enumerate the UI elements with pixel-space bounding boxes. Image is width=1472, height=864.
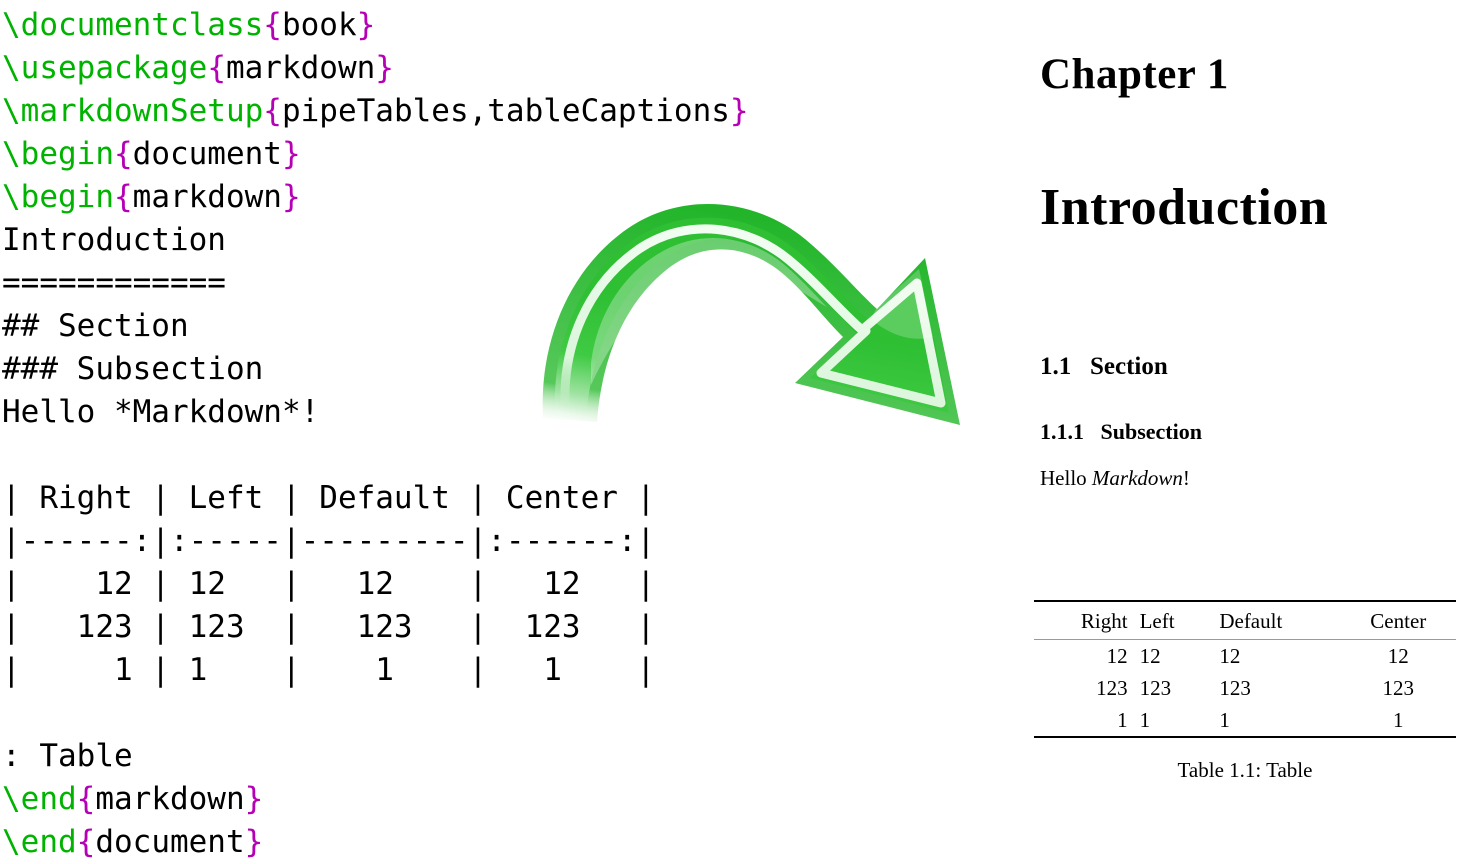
table-caption: Table 1.1: Table — [1177, 758, 1313, 782]
paragraph-emphasis: Markdown — [1091, 466, 1183, 490]
code-line: Introduction — [2, 219, 226, 262]
paragraph-suffix: ! — [1182, 466, 1190, 490]
code-text: | 123 | 123 | 123 | 123 | — [2, 609, 656, 645]
subsection-heading: 1.1.1 Subsection — [1040, 419, 1202, 444]
table-column-header: Center — [1370, 609, 1427, 633]
table-row: 123 123 123 123 — [1034, 672, 1456, 704]
code-text: | Right | Left | Default | Center | — [2, 480, 656, 516]
latex-brace-close: } — [729, 93, 749, 129]
latex-brace-open: { — [113, 136, 133, 172]
latex-brace-open: { — [76, 824, 96, 860]
table-cell: 1 — [1139, 708, 1151, 732]
table-cell: 1 — [1117, 708, 1128, 732]
latex-control-sequence: \end — [2, 824, 77, 860]
latex-control-sequence: \begin — [2, 136, 114, 172]
code-line: : Table — [2, 735, 133, 778]
code-line: \usepackage{markdown} — [2, 47, 394, 90]
table-cell: 1 — [1219, 708, 1230, 732]
code-line: \documentclass{book} — [2, 4, 375, 47]
table-cell: 1 — [1393, 708, 1404, 732]
table-column-header: Default — [1219, 609, 1283, 633]
latex-brace-close: } — [244, 781, 264, 817]
rendered-pdf-output-pane: Chapter 1 Introduction 1.1 Section 1.1.1… — [1018, 0, 1472, 856]
latex-brace-open: { — [76, 781, 96, 817]
table-row: 12 12 12 12 — [1034, 640, 1456, 673]
code-line: Hello *Markdown*! — [2, 391, 319, 434]
table-column-header: Left — [1139, 609, 1175, 633]
table-head: Right Left Default Center — [1034, 601, 1456, 640]
table-cell: 123 — [1219, 676, 1251, 700]
table-cell: 123 — [1139, 676, 1172, 700]
table-header-row: Right Left Default Center — [1034, 601, 1456, 640]
chapter-number: Chapter 1 — [1040, 51, 1229, 98]
code-text: Hello *Markdown*! — [2, 394, 320, 430]
latex-argument: book — [281, 7, 357, 43]
code-line: \markdownSetup{pipeTables,tableCaptions} — [2, 90, 749, 133]
code-line: \end{markdown} — [2, 778, 263, 821]
latex-brace-close: } — [356, 7, 376, 43]
latex-argument: markdown — [225, 50, 376, 86]
code-text: ### Subsection — [2, 351, 264, 387]
latex-brace-open: { — [263, 7, 282, 43]
latex-argument: markdown — [132, 179, 282, 215]
latex-argument: document — [95, 824, 245, 860]
latex-argument: document — [132, 136, 282, 172]
table-cell: 123 — [1382, 676, 1415, 700]
table-cell: 123 — [1096, 676, 1128, 700]
table-cell: 12 — [1106, 644, 1128, 668]
code-line: ### Subsection — [2, 348, 263, 391]
code-line: | 1 | 1 | 1 | 1 | — [2, 649, 655, 692]
latex-brace-close: } — [375, 50, 394, 86]
latex-brace-close: } — [244, 824, 264, 860]
latex-brace-close: } — [281, 179, 301, 215]
latex-source-pane: \documentclass{book} \usepackage{markdown… — [0, 0, 1010, 860]
code-line: \begin{document} — [2, 133, 301, 176]
latex-brace-open: { — [113, 179, 133, 215]
code-line: | Right | Left | Default | Center | — [2, 477, 655, 520]
code-line: \end{document} — [2, 821, 263, 864]
latex-control-sequence: \usepackage — [2, 50, 208, 86]
code-line: | 123 | 123 | 123 | 123 | — [2, 606, 655, 649]
rendered-table: Right Left Default Center 12 12 12 12 123 123 123… — [1034, 600, 1456, 738]
rendered-table-wrapper: Right Left Default Center 12 12 12 12 123 123 123… — [1034, 600, 1456, 738]
latex-control-sequence: \documentclass — [2, 7, 264, 43]
table-cell: 12 — [1139, 644, 1161, 668]
table-cell: 12 — [1219, 644, 1241, 668]
code-text: | 12 | 12 | 12 | 12 | — [2, 566, 656, 602]
section-heading: 1.1 Section — [1040, 353, 1168, 380]
latex-control-sequence: \markdownSetup — [2, 93, 264, 129]
latex-argument: pipeTables,tableCaptions — [281, 93, 730, 129]
paragraph-prefix: Hello — [1040, 466, 1092, 490]
latex-control-sequence: \begin — [2, 179, 114, 215]
latex-brace-open: { — [207, 50, 226, 86]
table-row: 1111 — [1034, 704, 1456, 737]
code-line: | 12 | 12 | 12 | 12 | — [2, 563, 655, 606]
code-text: | 1 | 1 | 1 | 1 | — [2, 652, 656, 688]
code-line: ============ — [2, 262, 226, 305]
latex-brace-open: { — [263, 93, 282, 129]
code-text: : Table — [2, 738, 133, 774]
latex-control-sequence: \end — [2, 781, 77, 817]
code-line: \begin{markdown} — [2, 176, 301, 219]
table-body: 12 12 12 12 123 123 123 123 1 1 1 1 — [1034, 640, 1456, 737]
code-text: |------:|:-----|---------|:------:| — [2, 523, 656, 559]
code-text: Introduction — [2, 222, 226, 258]
table-cell: 12 — [1387, 644, 1409, 668]
body-paragraph: Hello Markdown! — [1040, 466, 1190, 491]
code-text: ============ — [2, 265, 226, 301]
code-line: |------:|:-----|---------|:------:| — [2, 520, 655, 563]
chapter-title: Introduction — [1040, 179, 1329, 236]
table-column-header: Right — [1080, 609, 1128, 633]
code-line: ## Section — [2, 305, 189, 348]
latex-brace-close: } — [281, 136, 301, 172]
code-text: ## Section — [2, 308, 189, 344]
latex-argument: markdown — [95, 781, 245, 817]
